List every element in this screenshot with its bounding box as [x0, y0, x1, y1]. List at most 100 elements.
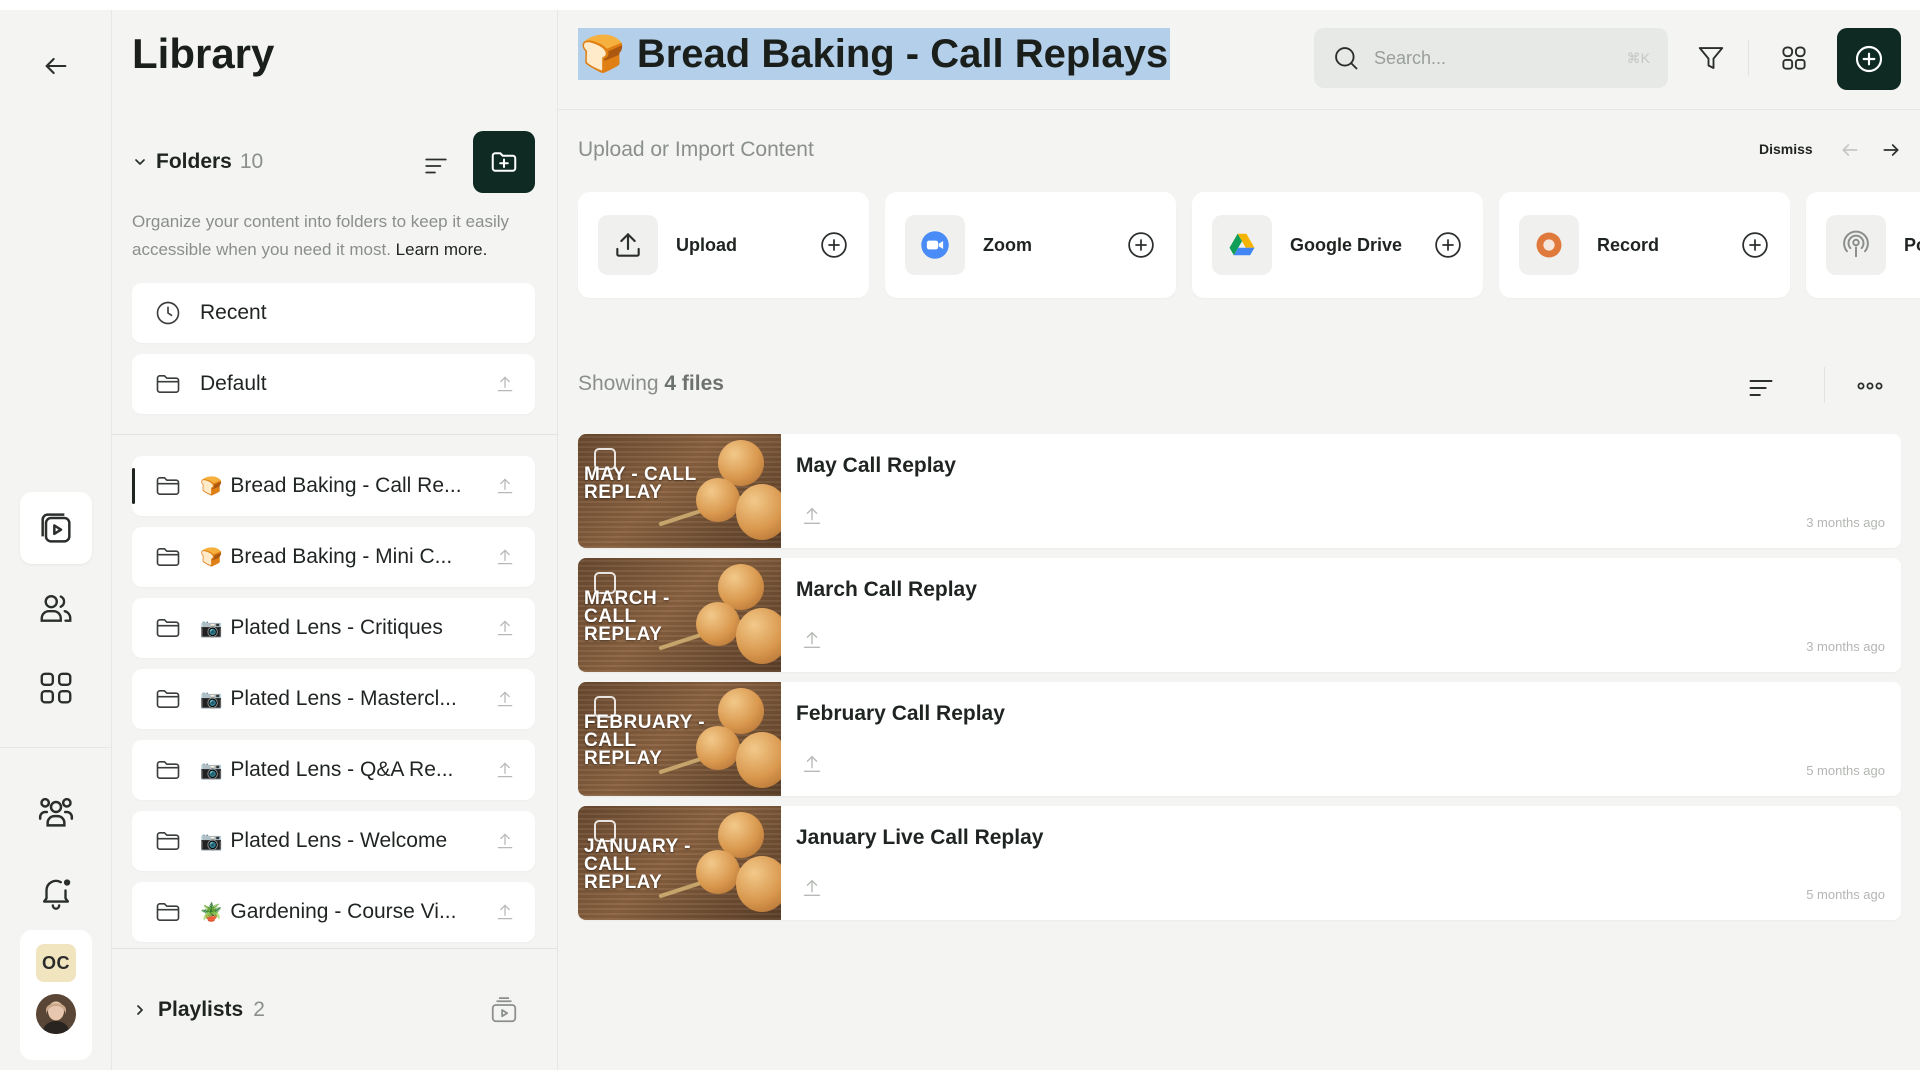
clock-icon [154, 299, 182, 327]
folder-emoji: 📷 [200, 618, 223, 638]
left-rail: OC [0, 10, 112, 1070]
upload-to-folder-icon[interactable] [493, 372, 517, 396]
folder-default[interactable]: Default [132, 354, 535, 414]
video-library-icon [41, 513, 71, 543]
rail-notifications-button[interactable] [20, 856, 92, 928]
page-title-text: Bread Baking - Call Replays [636, 31, 1169, 76]
folder-icon [154, 370, 182, 398]
folder-item-bread-baking-call-replays[interactable]: 🍞 Bread Baking - Call Re... [132, 456, 535, 516]
scroll-right-button[interactable] [1879, 138, 1903, 162]
folder-label: Recent [200, 301, 267, 324]
file-row[interactable]: MAY - CALL REPLAY May Call Replay 3 mont… [578, 434, 1901, 548]
arrow-left-icon [1842, 144, 1858, 156]
rail-community-button[interactable] [20, 776, 92, 848]
upload-to-folder-icon[interactable] [493, 474, 517, 498]
rail-library-button[interactable] [20, 492, 92, 564]
new-folder-button[interactable] [473, 131, 535, 193]
library-title: Library [132, 30, 275, 77]
source-card-google-drive[interactable]: Google Drive [1192, 192, 1483, 298]
toolbar-divider [1824, 367, 1825, 403]
file-title: May Call Replay [796, 454, 956, 477]
library-description: Organize your content into folders to ke… [132, 208, 542, 264]
more-horizontal-icon [1857, 382, 1883, 390]
share-icon[interactable] [800, 876, 824, 900]
folder-sort-button[interactable] [418, 148, 454, 184]
arrow-right-icon [1883, 144, 1899, 156]
thumbnail-label: JANUARY - CALL REPLAY [584, 836, 691, 893]
folders-label: Folders [156, 150, 232, 173]
folder-emoji: 🪴 [200, 902, 223, 922]
files-count-label: Showing 4 files [578, 372, 724, 396]
folder-item-plated-lens-critiques[interactable]: 📷 Plated Lens - Critiques [132, 598, 535, 658]
zoom-icon [905, 215, 965, 275]
file-title: March Call Replay [796, 578, 977, 601]
folder-icon [154, 898, 182, 926]
file-row[interactable]: MARCH - CALL REPLAY March Call Replay 3 … [578, 558, 1901, 672]
folder-item-gardening-course[interactable]: 🪴 Gardening - Course Vi... [132, 882, 535, 942]
filter-button[interactable] [1691, 38, 1731, 78]
new-playlist-button[interactable] [488, 994, 520, 1026]
source-name: Google Drive [1290, 234, 1403, 255]
search-box[interactable]: ⌘K [1314, 28, 1668, 88]
source-name: Zoom [983, 234, 1032, 255]
folder-item-plated-lens-welcome[interactable]: 📷 Plated Lens - Welcome [132, 811, 535, 871]
file-thumbnail: JANUARY - CALL REPLAY [578, 806, 781, 920]
folder-item-plated-lens-qa[interactable]: 📷 Plated Lens - Q&A Re... [132, 740, 535, 800]
search-input[interactable] [1374, 47, 1627, 69]
workspace-badge[interactable]: OC [36, 944, 76, 982]
source-card-podcast[interactable]: Po [1806, 192, 1920, 298]
file-row[interactable]: FEBRUARY - CALL REPLAY February Call Rep… [578, 682, 1901, 796]
upload-to-folder-icon[interactable] [493, 687, 517, 711]
share-icon[interactable] [800, 628, 824, 652]
folders-toggle[interactable]: Folders 10 [132, 150, 263, 174]
top-bar: 🍞 Bread Baking - Call Replays ⌘K [558, 10, 1920, 110]
upload-to-folder-icon[interactable] [493, 758, 517, 782]
folder-plus-icon [491, 152, 517, 172]
avatar[interactable] [36, 994, 76, 1034]
upload-to-folder-icon[interactable] [493, 545, 517, 569]
source-card-record[interactable]: Record [1499, 192, 1790, 298]
folder-item-bread-baking-mini-course[interactable]: 🍞 Bread Baking - Mini C... [132, 527, 535, 587]
source-card-zoom[interactable]: Zoom [885, 192, 1176, 298]
source-name: Record [1597, 234, 1660, 255]
share-icon[interactable] [800, 752, 824, 776]
file-row[interactable]: JANUARY - CALL REPLAY January Live Call … [578, 806, 1901, 920]
add-content-button[interactable] [1837, 28, 1901, 90]
plus-circle-icon[interactable] [1433, 230, 1463, 260]
rail-members-button[interactable] [20, 572, 92, 644]
source-name: Po [1904, 234, 1920, 255]
playlists-toggle[interactable]: Playlists 2 [132, 998, 265, 1022]
folder-recent[interactable]: Recent [132, 283, 535, 343]
file-sort-button[interactable] [1743, 370, 1779, 406]
folder-item-plated-lens-masterclass[interactable]: 📷 Plated Lens - Mastercl... [132, 669, 535, 729]
more-options-button[interactable] [1852, 372, 1888, 400]
upload-to-folder-icon[interactable] [493, 900, 517, 924]
upload-to-folder-icon[interactable] [493, 616, 517, 640]
app-window: OC Library Folders 10 Organize your cont… [0, 10, 1920, 1070]
record-icon [1519, 215, 1579, 275]
scroll-left-button[interactable] [1838, 138, 1862, 162]
thumbnail-label: MAY - CALL REPLAY [584, 464, 697, 503]
file-timestamp: 5 months ago [1806, 887, 1885, 902]
bell-icon [42, 879, 71, 910]
learn-more-link[interactable]: Learn more. [396, 240, 488, 259]
dismiss-button[interactable]: Dismiss [1759, 141, 1813, 157]
share-icon[interactable] [800, 504, 824, 528]
plus-circle-icon[interactable] [1126, 230, 1156, 260]
rail-apps-button[interactable] [20, 652, 92, 724]
page-title[interactable]: 🍞 Bread Baking - Call Replays [578, 28, 1171, 80]
plus-circle-icon[interactable] [1740, 230, 1770, 260]
library-panel: Library Folders 10 Organize your content… [112, 10, 558, 1070]
showing-prefix: Showing [578, 372, 659, 395]
library-divider [112, 434, 558, 435]
plus-circle-icon[interactable] [819, 230, 849, 260]
rail-divider [0, 747, 112, 748]
view-toggle-button[interactable] [1774, 38, 1814, 78]
back-button[interactable] [36, 46, 76, 86]
folder-icon [154, 614, 182, 642]
upload-to-folder-icon[interactable] [493, 829, 517, 853]
file-title: January Live Call Replay [796, 826, 1044, 849]
search-shortcut: ⌘K [1626, 49, 1650, 66]
source-card-upload[interactable]: Upload [578, 192, 869, 298]
users-icon [40, 594, 72, 622]
